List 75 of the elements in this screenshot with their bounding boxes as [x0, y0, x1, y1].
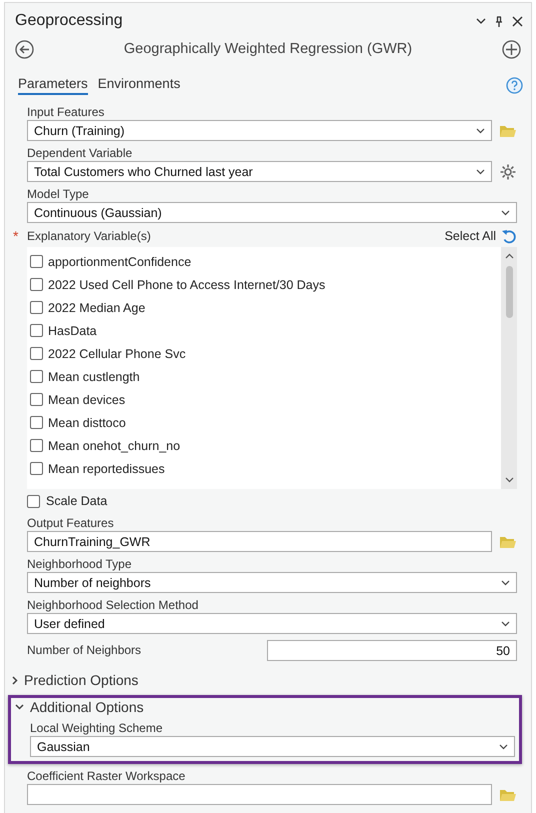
section-header[interactable]: Prediction Options: [24, 672, 138, 688]
dropdown[interactable]: Total Customers who Churned last year: [27, 161, 492, 182]
field-value: ChurnTraining_GWR: [34, 534, 152, 548]
variable-label: apportionmentConfidence: [48, 254, 192, 268]
variable-label: Mean devices: [48, 392, 126, 406]
input-field[interactable]: [27, 784, 492, 805]
number-field[interactable]: 50: [267, 640, 517, 661]
variable-label: Mean custlength: [48, 370, 140, 384]
chevron-down-icon[interactable]: [15, 704, 24, 710]
field-label: Neighborhood Selection Method: [27, 598, 198, 613]
dropdown[interactable]: Gaussian: [30, 736, 515, 757]
field-value: Number of neighbors: [34, 576, 152, 590]
chevron-down-icon: [501, 210, 510, 216]
field-value: Churn (Training): [34, 124, 126, 138]
checkbox[interactable]: [30, 462, 43, 475]
chevron-down-icon[interactable]: [476, 18, 486, 24]
chevron-down-icon: [476, 168, 485, 174]
checkbox[interactable]: [30, 301, 43, 314]
close-icon[interactable]: [512, 16, 523, 26]
help-icon[interactable]: [506, 76, 523, 94]
chevron-down-icon: [476, 128, 485, 134]
field-label: Model Type: [27, 187, 89, 202]
dropdown[interactable]: Churn (Training): [27, 120, 492, 141]
tab[interactable]: Environments: [98, 76, 180, 94]
field-label: Number of Neighbors: [27, 643, 142, 658]
chevron-right-icon[interactable]: [12, 676, 18, 684]
pin-icon[interactable]: [495, 16, 503, 26]
field-label: Coefficient Raster Workspace: [27, 769, 186, 784]
field-value: Gaussian: [37, 740, 91, 754]
variable-label: HasData: [48, 324, 97, 338]
field-label: Local Weighting Scheme: [30, 721, 163, 736]
scroll-down-icon[interactable]: [504, 477, 514, 483]
field-label: Neighborhood Type: [27, 557, 132, 572]
add-icon[interactable]: [502, 40, 521, 58]
chevron-down-icon: [501, 580, 510, 586]
variable-label: 2022 Median Age: [48, 300, 146, 314]
back-icon[interactable]: [15, 40, 34, 58]
checkbox[interactable]: [30, 347, 43, 360]
checkbox[interactable]: [30, 278, 43, 291]
field-label: Dependent Variable: [27, 146, 132, 161]
checkbox[interactable]: [30, 370, 43, 383]
chevron-down-icon: [501, 620, 510, 626]
dropdown[interactable]: User defined: [27, 613, 517, 634]
field-label: Input Features: [27, 105, 104, 120]
field-label: Output Features: [27, 516, 114, 531]
tool-title: Geographically Weighted Regression (GWR): [122, 41, 414, 57]
reset-icon[interactable]: [501, 228, 517, 244]
scrollbar[interactable]: [501, 247, 517, 489]
dropdown[interactable]: Number of neighbors: [27, 572, 517, 593]
checkbox[interactable]: [30, 439, 43, 452]
checkbox[interactable]: [30, 324, 43, 337]
input-field[interactable]: ChurnTraining_GWR: [27, 531, 492, 552]
required-mark: *: [13, 228, 20, 244]
select-all-button[interactable]: Select All: [444, 229, 496, 243]
tab[interactable]: Parameters: [18, 76, 88, 94]
chevron-down-icon: [499, 744, 508, 750]
variable-label: 2022 Cellular Phone Svc: [48, 346, 186, 360]
variable-label: Mean disttoco: [48, 416, 126, 430]
checkbox[interactable]: [27, 494, 40, 508]
dropdown[interactable]: Continuous (Gaussian): [27, 202, 517, 223]
variable-label: 2022 Used Cell Phone to Access Internet/30 Days: [48, 278, 326, 292]
pane-title: Geoprocessing: [15, 12, 124, 30]
settings-icon[interactable]: [499, 162, 517, 180]
field-value: Continuous (Gaussian): [34, 206, 163, 220]
checkbox-label: Scale Data: [46, 494, 108, 508]
variable-label: Mean reportedissues: [48, 462, 165, 476]
checkbox[interactable]: [30, 255, 43, 268]
checkbox[interactable]: [30, 416, 43, 429]
checkbox[interactable]: [30, 393, 43, 406]
field-value: User defined: [34, 616, 106, 630]
scroll-up-icon[interactable]: [504, 253, 514, 259]
variable-label: Mean onehot_churn_no: [48, 438, 180, 452]
section-header[interactable]: Additional Options: [30, 699, 144, 715]
field-value: Total Customers who Churned last year: [34, 164, 254, 178]
field-label: Explanatory Variable(s): [27, 228, 151, 244]
